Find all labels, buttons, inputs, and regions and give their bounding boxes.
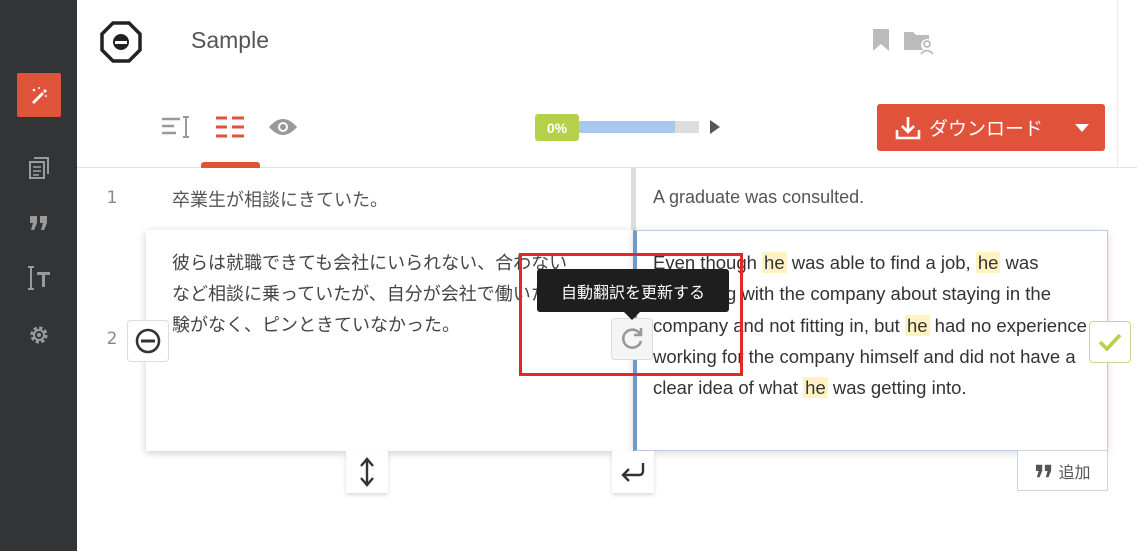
tooltip-arrow: [624, 312, 640, 320]
download-label: ダウンロード: [929, 118, 1044, 140]
download-icon: [893, 113, 923, 143]
term-highlight[interactable]: he: [975, 252, 1001, 273]
add-comment-label: 追加: [1058, 462, 1091, 482]
edit-icon: [32, 87, 47, 104]
logo-icon: [100, 21, 142, 63]
progress-bar-fill: [579, 121, 675, 133]
sidebar: [0, 0, 77, 551]
folder-user-icon: [904, 32, 934, 55]
enter-return-icon: [621, 463, 645, 482]
refresh-tooltip: 自動翻訳を更新する: [537, 269, 729, 312]
segment-source-text[interactable]: 卒業生が相談にきていた。: [172, 186, 388, 212]
gear-icon: [30, 326, 48, 344]
sidebar-quote-button[interactable]: [17, 201, 61, 245]
text-format-icon: [28, 266, 50, 290]
progress-bar: [579, 121, 699, 133]
folder-user-button[interactable]: [903, 28, 935, 60]
resize-segment-button[interactable]: [346, 451, 388, 493]
active-target-editor[interactable]: Even though he was able to find a job, h…: [633, 230, 1108, 451]
segments-view-icon: [216, 116, 244, 138]
editor-app: Sample 0% ダウンロード 1 卒業生が相談にきていた。 A gradua…: [0, 0, 1137, 551]
sidebar-edit-button[interactable]: [17, 73, 61, 117]
term-highlight[interactable]: he: [762, 252, 787, 273]
progress-next-icon[interactable]: [710, 120, 720, 134]
segment-number: 1: [106, 188, 118, 208]
header-right-edge: [1117, 0, 1118, 168]
download-dropdown-icon[interactable]: [1075, 124, 1089, 132]
view-preview-button[interactable]: [266, 112, 300, 142]
insert-line-break-button[interactable]: [612, 451, 654, 493]
active-view-indicator: [201, 162, 260, 168]
segment-target-text[interactable]: A graduate was consulted.: [653, 187, 864, 208]
document-title: Sample: [191, 27, 269, 53]
active-source-card[interactable]: 彼らは就職できても会社にいられない、合わないなど相談に乗っていたが、自分が会社で…: [146, 230, 633, 451]
target-text-part: was getting into.: [827, 377, 967, 399]
target-text-part: was able to find a job,: [786, 252, 976, 273]
bookmark-button[interactable]: [872, 28, 890, 56]
minus-circle-icon: [135, 328, 161, 354]
refresh-icon: [622, 328, 643, 349]
documents-icon: [29, 157, 49, 179]
vertical-arrows-icon: [360, 457, 374, 487]
progress-percent: 0%: [535, 114, 579, 141]
sidebar-documents-button[interactable]: [17, 146, 61, 190]
view-segments-button[interactable]: [213, 112, 247, 142]
header: Sample 0% ダウンロード: [77, 0, 1137, 168]
confirm-segment-button[interactable]: [1089, 321, 1131, 363]
segment-number: 2: [106, 329, 118, 349]
remove-segment-button[interactable]: [127, 320, 169, 362]
term-highlight[interactable]: he: [803, 377, 828, 399]
add-comment-button[interactable]: 追加: [1017, 450, 1108, 491]
bookmark-icon: [873, 29, 889, 51]
refresh-translation-button[interactable]: [611, 318, 653, 360]
list-text-icon: [162, 116, 189, 138]
quote-icon: [30, 216, 47, 230]
term-highlight[interactable]: he: [904, 314, 930, 336]
download-button[interactable]: ダウンロード: [877, 104, 1105, 151]
check-icon: [1098, 333, 1122, 352]
preview-eye-icon: [269, 119, 297, 135]
segment-source-text: 彼らは就職できても会社にいられない、合わないなど相談に乗っていたが、自分が会社で…: [172, 253, 568, 336]
quote-icon: [1036, 464, 1052, 477]
view-list-text-button[interactable]: [159, 112, 193, 142]
column-divider: [631, 168, 636, 230]
sidebar-text-format-button[interactable]: [17, 256, 61, 300]
sidebar-settings-button[interactable]: [17, 313, 61, 357]
app-logo[interactable]: [99, 20, 143, 64]
